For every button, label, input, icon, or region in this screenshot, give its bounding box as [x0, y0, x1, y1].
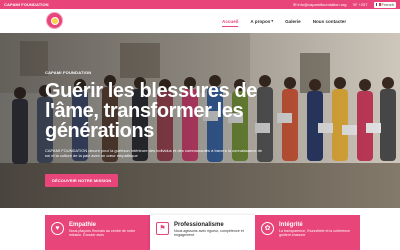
value-card-description: La transparence, l'honnêteté et la cohér…: [279, 229, 351, 238]
topbar-right: ✉ info@capamifoundation.org ☏ +257 Frenc…: [293, 1, 396, 8]
hero-subtitle: CAPAMI FOUNDATION œuvre pour la guérison…: [45, 148, 263, 159]
value-card-empathie[interactable]: ♥ Empathie Nous plaçons l'humain au cent…: [45, 215, 150, 250]
nav-item-galerie[interactable]: Galerie: [279, 9, 307, 33]
site-logo[interactable]: [46, 12, 63, 29]
value-card-title: Professionalisme: [174, 222, 224, 228]
nav-item-label: A propos: [250, 18, 271, 24]
discover-mission-button[interactable]: DÉCOUVRIR NOTRE MISSION: [45, 174, 119, 187]
heart-icon: ♥: [51, 222, 64, 235]
phone-icon: ☏: [352, 2, 358, 7]
bookmark-icon: ⚑: [156, 222, 169, 235]
nav-item-label: Nous contacter: [312, 18, 347, 24]
email-text: info@capamifoundation.org: [297, 2, 347, 7]
value-card-description: Nous plaçons l'humain au centre de notre…: [69, 229, 136, 238]
phone-link[interactable]: ☏ +257: [353, 2, 368, 7]
flower-icon: ✿: [261, 222, 274, 235]
chevron-down-icon: ▾: [271, 19, 274, 23]
logo-emblem-icon: [50, 16, 59, 25]
navbar: Accueil A propos ▾ Galerie Nous contacte…: [0, 9, 400, 33]
nav-item-label: Accueil: [222, 18, 239, 24]
envelope-icon: ✉: [293, 2, 297, 7]
value-card-text: Intégrité La transparence, l'honnêteté e…: [279, 222, 354, 237]
nav-item-contact[interactable]: Nous contacter: [307, 9, 352, 33]
value-card-title: Intégrité: [279, 222, 303, 228]
page: CAPAMI FOUNDATION ✉ info@capamifoundatio…: [0, 0, 400, 250]
hero-kicker: CAPAMI FOUNDATION: [45, 70, 92, 75]
hero-content: CAPAMI FOUNDATION Guérir les blessures d…: [45, 70, 275, 158]
value-card-professionalisme[interactable]: ⚑ Professionalisme Nous agissons avec ri…: [150, 215, 255, 250]
french-flag-icon: [375, 3, 381, 6]
value-card-description: Nous agissons avec rigueur, compétence e…: [174, 229, 244, 238]
main-nav: Accueil A propos ▾ Galerie Nous contacte…: [216, 9, 352, 33]
hero-headline: Guérir les blessures de l'âme, transform…: [45, 80, 258, 142]
nav-item-accueil[interactable]: Accueil: [216, 9, 244, 33]
language-selector[interactable]: French: [373, 1, 396, 8]
value-card-text: Empathie Nous plaçons l'humain au centre…: [69, 222, 144, 237]
phone-text: +257: [358, 2, 368, 7]
value-card-title: Empathie: [69, 222, 97, 228]
language-label: French: [381, 2, 394, 7]
hero-section: CAPAMI FOUNDATION Guérir les blessures d…: [0, 33, 400, 208]
value-card-text: Professionalisme Nous agissons avec rigu…: [174, 222, 249, 237]
nav-item-a-propos[interactable]: A propos ▾: [244, 9, 279, 33]
values-cards: ♥ Empathie Nous plaçons l'humain au cent…: [45, 215, 360, 250]
value-card-integrite[interactable]: ✿ Intégrité La transparence, l'honnêteté…: [255, 215, 360, 250]
top-bar: CAPAMI FOUNDATION ✉ info@capamifoundatio…: [0, 0, 400, 9]
email-link[interactable]: ✉ info@capamifoundation.org: [293, 2, 346, 7]
nav-item-label: Galerie: [285, 18, 301, 24]
org-name: CAPAMI FOUNDATION: [4, 2, 49, 7]
